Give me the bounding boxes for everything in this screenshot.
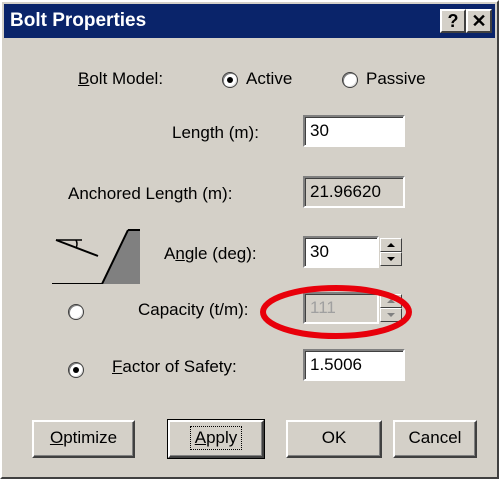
angle-spinner[interactable] <box>380 238 402 266</box>
help-button[interactable]: ? <box>440 9 466 33</box>
bolt-properties-dialog: Bolt Properties ? ✕ Bolt Model: Active P… <box>0 0 499 479</box>
capacity-label: Capacity (t/m): <box>138 300 249 319</box>
active-radio[interactable] <box>222 72 238 88</box>
angle-down-arrow-icon[interactable] <box>380 252 402 266</box>
angle-input[interactable]: 30 <box>303 236 379 268</box>
passive-label[interactable]: Passive <box>366 69 426 89</box>
cancel-button[interactable]: Cancel <box>393 420 477 458</box>
angle-label: Angle (deg): <box>164 244 257 263</box>
highlight-ellipse-annotation <box>260 285 412 339</box>
bolt-model-label: Bolt Model: <box>78 69 164 88</box>
passive-radio[interactable] <box>342 72 358 88</box>
capacity-radio[interactable] <box>68 304 84 320</box>
title-bar[interactable]: Bolt Properties ? ✕ <box>4 4 495 38</box>
factor-of-safety-radio[interactable] <box>68 362 84 378</box>
anchored-length-label: Anchored Length (m): <box>68 184 233 203</box>
optimize-button[interactable]: Optimize <box>32 420 135 458</box>
angle-up-arrow-icon[interactable] <box>380 238 402 252</box>
close-button[interactable]: ✕ <box>466 9 492 33</box>
window-title: Bolt Properties <box>10 10 147 31</box>
anchored-length-readout: 21.96620 <box>303 176 405 208</box>
slope-anchor-icon <box>52 229 140 284</box>
length-input[interactable]: 30 <box>303 115 405 147</box>
factor-of-safety-input[interactable]: 1.5006 <box>303 349 405 381</box>
active-label[interactable]: Active <box>246 69 292 89</box>
ok-button[interactable]: OK <box>286 420 382 458</box>
apply-button[interactable]: Apply <box>167 419 265 459</box>
factor-of-safety-label: Factor of Safety: <box>112 357 237 376</box>
length-label: Length (m): <box>172 123 259 142</box>
